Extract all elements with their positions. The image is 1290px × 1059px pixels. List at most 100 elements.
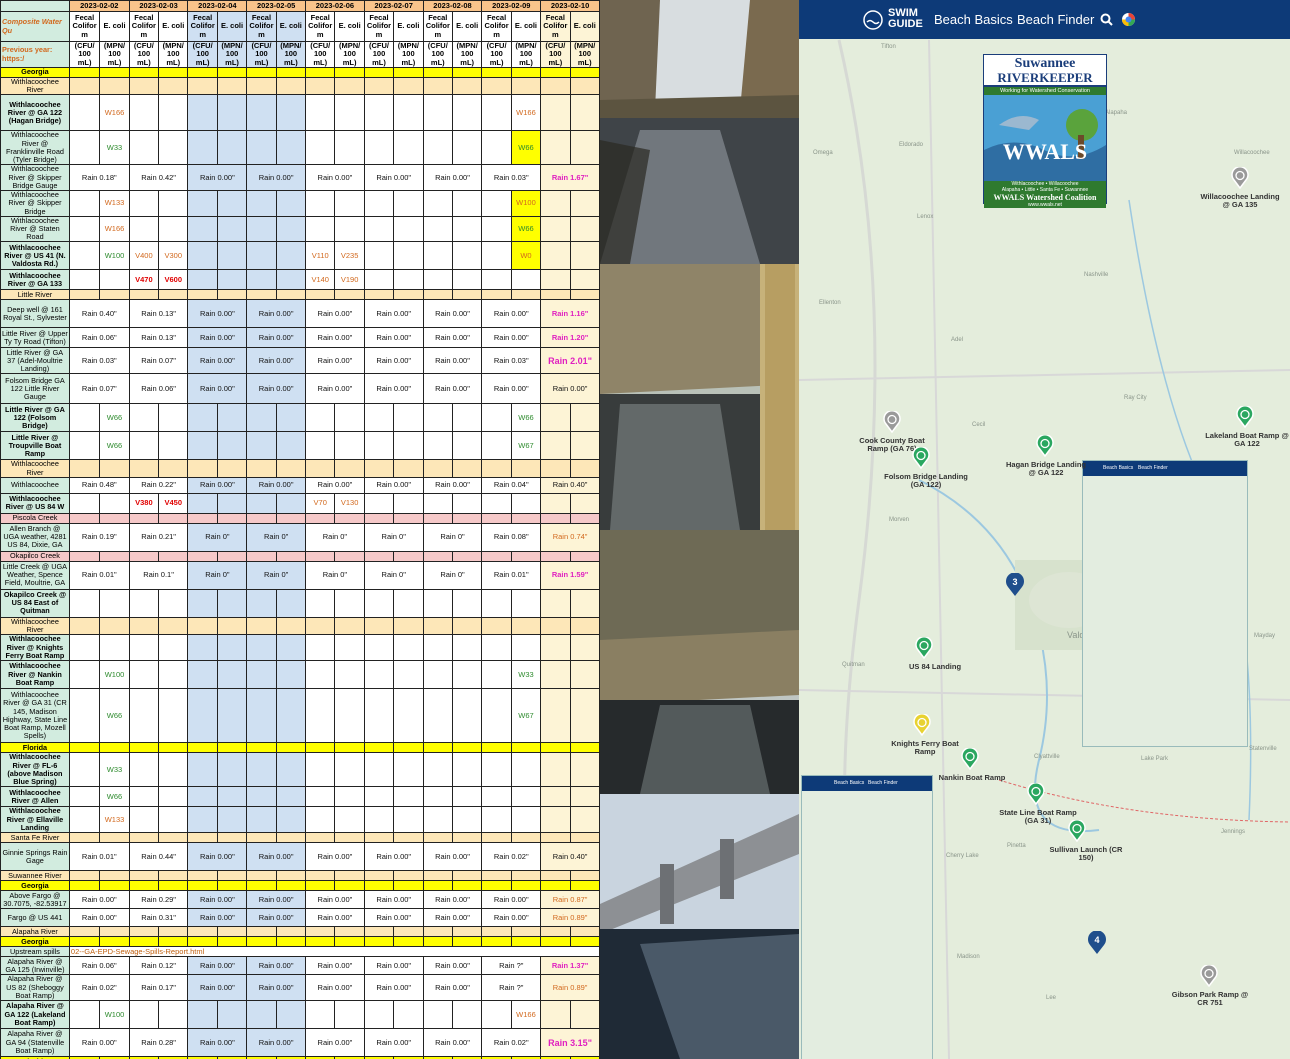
fecal-coliform-value xyxy=(68,806,101,834)
table-cell xyxy=(451,936,483,948)
site-label[interactable]: Withlacoochee River @ FL-6 (above Madiso… xyxy=(0,752,70,788)
site-label[interactable]: Deep well @ 161 Royal St., Sylvester xyxy=(0,299,70,329)
site-label[interactable]: Withlacoochee River @ GA 122 (Hagan Brid… xyxy=(0,94,70,132)
date-header[interactable]: 2023-02-03 xyxy=(128,0,189,12)
beach-marker-label[interactable]: Hagan Bridge Landing @ GA 122 xyxy=(1003,461,1089,477)
table-cell xyxy=(540,67,571,78)
date-header[interactable]: 2023-02-10 xyxy=(540,0,600,12)
table-cell xyxy=(334,130,365,166)
site-label[interactable]: Withlacoochee River @ Allen xyxy=(0,786,70,808)
table-cell xyxy=(569,660,600,690)
site-label[interactable]: Little Creek @ UGA Weather, Spence Field… xyxy=(0,560,70,590)
beach-marker-pin-icon[interactable] xyxy=(961,748,979,770)
site-label[interactable]: Ginnie Springs Rain Gage xyxy=(0,842,70,872)
site-label[interactable]: Above Fargo @ 30.7075, -82.53917 xyxy=(0,890,70,910)
beach-marker-pin-icon[interactable] xyxy=(1231,167,1249,189)
rain-total-cell: Rain 0.00" xyxy=(422,842,483,872)
map-place: Ellenton xyxy=(819,300,841,306)
table-cell xyxy=(334,588,365,618)
site-label[interactable]: Withlacoochee River @ Knights Ferry Boat… xyxy=(0,634,70,662)
table-cell xyxy=(99,832,130,844)
date-header[interactable]: 2023-02-02 xyxy=(68,0,130,12)
fecal-coliform-value xyxy=(481,215,512,243)
beach-marker-pin-icon[interactable] xyxy=(1200,965,1218,987)
site-label[interactable]: Withlacoochee River @ GA 133 xyxy=(0,269,70,291)
beach-marker-label[interactable]: Knights Ferry Boat Ramp xyxy=(882,740,968,756)
beach-marker-label[interactable]: US 84 Landing xyxy=(892,663,978,671)
table-cell xyxy=(481,880,512,892)
table-cell xyxy=(305,660,336,690)
table-cell xyxy=(393,215,424,243)
beach-marker-label[interactable]: Folsom Bridge Landing (GA 122) xyxy=(883,473,969,489)
site-label[interactable]: Withlacoochee xyxy=(0,476,70,494)
map-place: Quitman xyxy=(842,662,865,668)
site-label[interactable]: Allen Branch @ UGA weather, 4281 US 84, … xyxy=(0,522,70,552)
rain-total-cell: Rain 0.00" xyxy=(246,1028,307,1058)
table-cell xyxy=(422,94,453,132)
spills-report-link[interactable]: 02--GA-EPD-Sewage-Spills-Report.html xyxy=(68,946,600,958)
site-label[interactable]: Fargo @ US 441 xyxy=(0,908,70,928)
mpn-unit-header: (MPN/ 100 mL) xyxy=(334,41,365,68)
site-label[interactable]: Withlacoochee River @ GA 31 (CR 145, Mad… xyxy=(0,688,70,744)
site-label[interactable]: Little River @ GA 37 (Adel-Moultrie Land… xyxy=(0,347,70,375)
site-label[interactable]: Alapaha River @ GA 94 (Statenville Boat … xyxy=(0,1028,70,1058)
beach-marker-pin-icon[interactable] xyxy=(883,411,901,433)
beach-marker-label[interactable]: Nankin Boat Ramp xyxy=(929,774,1015,782)
rain-total-cell: Rain 0.00" xyxy=(246,164,307,192)
date-header[interactable]: 2023-02-09 xyxy=(481,0,542,12)
site-label[interactable]: Withlacoochee River @ Skipper Bridge xyxy=(0,190,70,217)
site-label[interactable]: Withlacoochee River @ US 84 W xyxy=(0,492,70,514)
swim-guide-map[interactable]: Tifton Alapaha Omega Eldorado Willacooch… xyxy=(799,0,1290,1059)
site-label[interactable]: Withlacoochee River @ Franklinville Road… xyxy=(0,130,70,166)
nav-beach-basics[interactable]: Beach Basics xyxy=(934,12,1013,27)
table-cell xyxy=(393,832,424,844)
beach-marker-label[interactable]: Lakeland Boat Ramp @ GA 122 xyxy=(1204,432,1290,448)
search-icon[interactable] xyxy=(1100,13,1113,26)
table-row: Fargo @ US 441 Rain 0.00" Rain 0.31" Rain 0… xyxy=(0,908,600,928)
site-label[interactable]: Alapaha River @ GA 122 (Lakeland Boat Ra… xyxy=(0,1000,70,1030)
table-cell xyxy=(246,130,277,166)
beach-marker-pin-icon[interactable] xyxy=(1036,435,1054,457)
site-label[interactable]: Little River @ Troupville Boat Ramp xyxy=(0,431,70,461)
date-header[interactable]: 2023-02-07 xyxy=(363,0,424,12)
beach-marker-pin-icon[interactable] xyxy=(912,447,930,469)
table-cell xyxy=(393,588,424,618)
site-label[interactable]: Folsom Bridge GA 122 Little River Gauge xyxy=(0,373,70,405)
site-label[interactable]: Withlacoochee River @ Staten Road xyxy=(0,215,70,243)
cluster-count[interactable]: 3 xyxy=(1005,577,1025,587)
site-label[interactable]: Alapaha River @ US 82 (Sheboggy Boat Ram… xyxy=(0,974,70,1002)
site-label[interactable]: Withlacoochee River @ US 41 (N. Valdosta… xyxy=(0,241,70,271)
beach-marker-pin-icon[interactable] xyxy=(1068,820,1086,842)
site-label[interactable]: Alapaha River @ GA 125 (Irwinville) xyxy=(0,956,70,976)
site-label[interactable]: Withlacoochee River @ Nankin Boat Ramp xyxy=(0,660,70,690)
site-label[interactable]: Little River @ Upper Ty Ty Road (Tifton) xyxy=(0,327,70,349)
date-header[interactable]: 2023-02-08 xyxy=(422,0,483,12)
table-row: Composite Water Qu Fecal Colifor m E. coli… xyxy=(0,11,600,42)
beach-marker-pin-icon[interactable] xyxy=(913,714,931,736)
section-label: Alapaha River xyxy=(0,926,70,938)
swim-guide-wordmark[interactable]: SWIM GUIDE xyxy=(888,8,923,30)
site-label[interactable]: Withlacoochee River @ Ellaville Landing xyxy=(0,806,70,834)
language-globe-icon[interactable] xyxy=(1121,12,1136,27)
site-label[interactable]: Okapilco Creek @ US 84 East of Quitman xyxy=(0,588,70,618)
table-cell xyxy=(305,215,336,243)
beach-marker-label[interactable]: Gibson Park Ramp @ CR 751 xyxy=(1167,991,1253,1007)
beach-marker-pin-icon[interactable] xyxy=(1027,783,1045,805)
table-cell xyxy=(246,190,277,217)
ecoli-value: W166 xyxy=(510,94,542,132)
beach-marker-label[interactable]: Sullivan Launch (CR 150) xyxy=(1043,846,1129,862)
date-header[interactable]: 2023-02-04 xyxy=(187,0,248,12)
date-header[interactable]: 2023-02-06 xyxy=(305,0,365,12)
beach-marker-pin-icon[interactable] xyxy=(915,637,933,659)
ecoli-header: E. coli xyxy=(569,11,600,42)
site-label[interactable]: Withlacoochee River @ Skipper Bridge Gau… xyxy=(0,164,70,192)
date-header[interactable]: 2023-02-05 xyxy=(246,0,307,12)
ecoli-value: W100 xyxy=(99,1000,130,1030)
table-cell xyxy=(128,588,160,618)
cluster-count[interactable]: 4 xyxy=(1087,935,1107,945)
beach-marker-label[interactable]: Willacoochee Landing @ GA 135 xyxy=(1197,193,1283,209)
nav-beach-finder[interactable]: Beach Finder xyxy=(1017,12,1094,27)
beach-marker-pin-icon[interactable] xyxy=(1236,406,1254,428)
site-label[interactable]: Little River @ GA 122 (Folsom Bridge) xyxy=(0,403,70,433)
previous-year-link[interactable]: Previous year: https:/ xyxy=(0,41,70,68)
